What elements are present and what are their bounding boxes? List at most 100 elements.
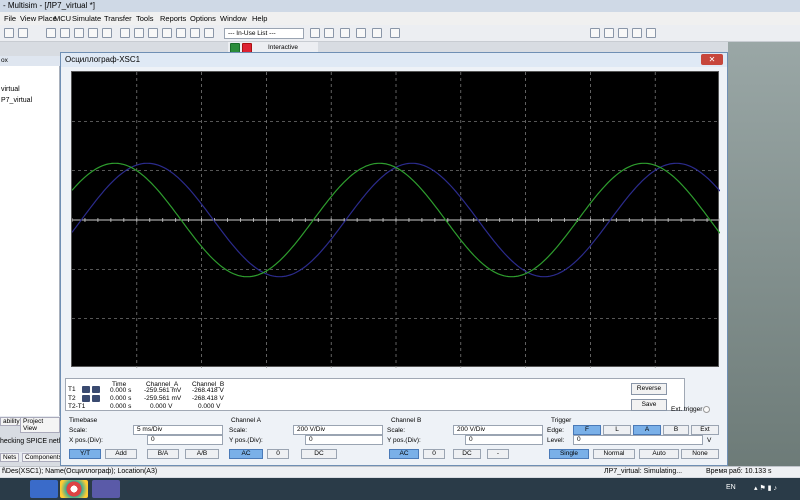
- t1-left-arrow-icon[interactable]: [82, 386, 90, 393]
- chrome-icon[interactable]: [60, 480, 88, 498]
- channel-a-dc-button[interactable]: DC: [301, 449, 337, 459]
- undo-icon[interactable]: [88, 28, 98, 38]
- save-app-icon[interactable]: [30, 480, 58, 498]
- multisim-icon[interactable]: [92, 480, 120, 498]
- menu-file[interactable]: File: [4, 14, 16, 23]
- menu-view[interactable]: View: [20, 14, 36, 23]
- question-icon[interactable]: [204, 28, 214, 38]
- readout-diff-b: 0.000 V: [198, 403, 221, 410]
- reverse-button[interactable]: Reverse: [631, 383, 667, 395]
- database-icon[interactable]: [148, 28, 158, 38]
- ext-trigger-radio[interactable]: [703, 406, 710, 413]
- app-title-bar: - Multisim - [ЛР7_virtual *]: [0, 0, 800, 12]
- menu-transfer[interactable]: Transfer: [104, 14, 132, 23]
- zoom-area-icon[interactable]: [618, 28, 628, 38]
- in-use-list-combo[interactable]: --- In-Use List ---: [224, 28, 304, 39]
- language-indicator[interactable]: EN: [726, 484, 736, 491]
- left-tabs: ability Project View: [0, 416, 60, 433]
- t2-right-arrow-icon[interactable]: [92, 395, 100, 402]
- menu-tools[interactable]: Tools: [136, 14, 154, 23]
- channel-a-ypos-label: Y pos.(Div):: [229, 437, 263, 444]
- zoom-out-icon[interactable]: [604, 28, 614, 38]
- redo-icon[interactable]: [102, 28, 112, 38]
- save-button[interactable]: Save: [631, 399, 667, 411]
- trigger-level-field[interactable]: 0: [573, 435, 703, 445]
- status-selection: f\Des(XSC1); Name(Осциллограф); Location…: [2, 468, 158, 475]
- t2-left-arrow-icon[interactable]: [82, 395, 90, 402]
- channel-b-ac-button[interactable]: AC: [389, 449, 419, 459]
- component-icon[interactable]: [162, 28, 172, 38]
- zoom-fit-icon[interactable]: [632, 28, 642, 38]
- channel-b-ypos-field[interactable]: 0: [465, 435, 543, 445]
- trigger-edge-label: Edge:: [547, 427, 564, 434]
- timebase-xpos-field[interactable]: 0: [147, 435, 223, 445]
- readout-t1-a: -259.561 mV: [144, 387, 182, 394]
- info-icon[interactable]: [390, 28, 400, 38]
- fullscreen-icon[interactable]: [646, 28, 656, 38]
- readout-t2-a: -259.561 mV: [144, 395, 182, 402]
- trigger-rising-edge-button[interactable]: F: [573, 425, 601, 435]
- copy-icon[interactable]: [60, 28, 70, 38]
- channel-a-ypos-field[interactable]: 0: [305, 435, 383, 445]
- trigger-source-a-button[interactable]: A: [633, 425, 661, 435]
- open-icon[interactable]: [18, 28, 28, 38]
- trigger-level-unit: V: [707, 437, 712, 444]
- magnify-icon[interactable]: [340, 28, 350, 38]
- timebase-scale-field[interactable]: 5 ms/Div: [133, 425, 223, 435]
- channel-a-scale-field[interactable]: 200 V/Div: [293, 425, 383, 435]
- timebase-add-button[interactable]: Add: [105, 449, 137, 459]
- trigger-source-b-button[interactable]: B: [663, 425, 689, 435]
- channel-b-zero-button[interactable]: 0: [423, 449, 445, 459]
- tab-project-view[interactable]: Project View: [20, 417, 60, 433]
- app-title: - Multisim - [ЛР7_virtual *]: [3, 1, 95, 10]
- t1-right-arrow-icon[interactable]: [92, 386, 100, 393]
- menu-simulate[interactable]: Simulate: [72, 14, 101, 23]
- trigger-single-button[interactable]: Single: [549, 449, 589, 459]
- close-button[interactable]: ✕: [701, 54, 723, 65]
- trigger-level-label: Level:: [547, 437, 565, 444]
- zoom-in-icon[interactable]: [590, 28, 600, 38]
- channel-a-zero-button[interactable]: 0: [267, 449, 289, 459]
- menu-options[interactable]: Options: [190, 14, 216, 23]
- channel-b-invert-button[interactable]: -: [487, 449, 509, 459]
- timebase-yt-button[interactable]: Y/T: [69, 449, 101, 459]
- readout-t1-time: 0.000 s: [110, 387, 132, 394]
- start-icon[interactable]: [2, 480, 30, 498]
- menu-window[interactable]: Window: [220, 14, 247, 23]
- postprocess-icon[interactable]: [176, 28, 186, 38]
- bottom-tabs: Nets Components: [0, 452, 65, 462]
- timebase-ba-button[interactable]: B/A: [147, 449, 179, 459]
- channel-b-dc-button[interactable]: DC: [453, 449, 481, 459]
- trigger-falling-edge-button[interactable]: L: [603, 425, 631, 435]
- timebase-title: Timebase: [69, 417, 98, 424]
- readout-diff-label: T2-T1: [68, 403, 86, 410]
- tree-item-file[interactable]: P7_virtual: [1, 97, 32, 104]
- new-icon[interactable]: [4, 28, 14, 38]
- probe-icon[interactable]: [310, 28, 320, 38]
- tab-nets[interactable]: Nets: [0, 453, 20, 462]
- tray-icons: ▴ ⚑ ▮ ♪: [754, 485, 777, 492]
- timebase-ab-button[interactable]: A/B: [185, 449, 219, 459]
- scope-screen[interactable]: [71, 71, 720, 368]
- channel-a-ac-button[interactable]: AC: [229, 449, 263, 459]
- channel-b-scale-field[interactable]: 200 V/Div: [453, 425, 543, 435]
- status-simulating: ЛР7_virtual: Simulating...: [604, 468, 683, 475]
- menu-help[interactable]: Help: [252, 14, 267, 23]
- tab-components[interactable]: Components: [22, 453, 65, 462]
- trigger-normal-button[interactable]: Normal: [593, 449, 635, 459]
- zoom-icon[interactable]: [356, 28, 366, 38]
- tree-item-root[interactable]: virtual: [1, 86, 20, 93]
- menu-bar: File View Place MCU Simulate Transfer To…: [0, 12, 800, 25]
- paste-icon[interactable]: [74, 28, 84, 38]
- menu-reports[interactable]: Reports: [160, 14, 186, 23]
- grid-icon[interactable]: [120, 28, 130, 38]
- arrow-icon[interactable]: [324, 28, 334, 38]
- trigger-auto-button[interactable]: Auto: [639, 449, 679, 459]
- cut-icon[interactable]: [46, 28, 56, 38]
- menu-mcu[interactable]: MCU: [54, 14, 71, 23]
- spreadsheet-icon[interactable]: [134, 28, 144, 38]
- search-icon[interactable]: [372, 28, 382, 38]
- help-icon[interactable]: [190, 28, 200, 38]
- trigger-source-ext-button[interactable]: Ext: [691, 425, 719, 435]
- trigger-none-button[interactable]: None: [681, 449, 719, 459]
